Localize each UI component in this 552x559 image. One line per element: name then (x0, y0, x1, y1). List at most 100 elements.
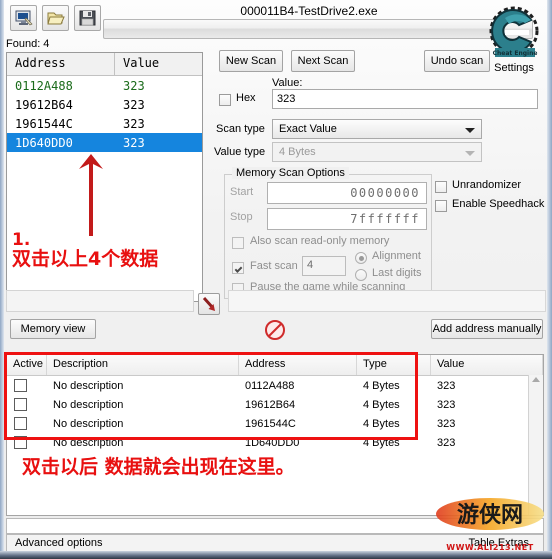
table-extras-link[interactable]: Table Extras (468, 537, 529, 549)
cheat-entry-description: No description (53, 398, 124, 411)
cheat-table[interactable]: Active Description Address Type Value No… (6, 354, 544, 516)
new-scan-button[interactable]: New Scan (219, 50, 283, 72)
table-row[interactable]: No description 1961544C 4 Bytes 323 (7, 414, 543, 433)
scroll-up-icon[interactable] (532, 377, 540, 382)
cheat-entry-type: 4 Bytes (363, 436, 400, 449)
hex-checkbox[interactable] (219, 94, 231, 106)
annotation-up-arrow-icon (78, 152, 104, 238)
last-digits-label: Last digits (372, 267, 422, 279)
cheat-table-header: Active Description Address Type Value (7, 355, 543, 376)
scan-results-header: Address Value (7, 53, 202, 76)
active-checkbox[interactable] (14, 436, 27, 449)
open-process-button[interactable] (10, 5, 37, 31)
unrandomizer-checkbox[interactable] (435, 181, 447, 193)
next-scan-button[interactable]: Next Scan (291, 50, 355, 72)
active-checkbox[interactable] (14, 379, 27, 392)
memory-view-button[interactable]: Memory view (10, 319, 96, 339)
scan-status-field (6, 290, 194, 312)
cheat-entry-active-cell[interactable] (7, 398, 47, 411)
last-digits-radio[interactable] (355, 269, 367, 281)
active-checkbox[interactable] (14, 398, 27, 411)
no-entry-icon[interactable] (264, 319, 286, 341)
cheat-entry-address: 19612B64 (245, 398, 296, 411)
scan-result-value: 323 (123, 78, 145, 93)
value-type-value: 4 Bytes (279, 146, 316, 158)
scan-results-col-value: Value (123, 56, 160, 70)
cheat-entry-description: No description (53, 379, 124, 392)
red-arrow-icon (202, 296, 215, 311)
cheat-entry-active-cell[interactable] (7, 379, 47, 392)
found-count-label: Found: 4 (6, 38, 50, 50)
fast-scan-label: Fast scan (250, 260, 298, 272)
start-address-input[interactable]: 00000000 (267, 182, 427, 204)
scan-result-row[interactable]: 19612B64 323 (7, 95, 202, 114)
scan-info-field (228, 290, 546, 312)
toolbar: 000011B4-TestDrive2.exe (4, 2, 547, 39)
window-bottom-border (0, 551, 552, 559)
scan-results-col-address: Address (7, 53, 115, 75)
save-icon (75, 8, 100, 28)
cheat-entry-address: 0112A488 (245, 379, 295, 392)
cheat-entry-value: 323 (437, 417, 456, 430)
cheat-entry-value: 323 (437, 436, 456, 449)
annotation-step-one: 1. 双击以上4个数据 (12, 231, 159, 270)
readonly-memory-checkbox[interactable] (232, 237, 244, 249)
value-label: Value: (272, 77, 303, 89)
stop-address-label: Stop (230, 211, 253, 223)
cheat-entry-value: 323 (437, 379, 456, 392)
window-right-border (547, 0, 552, 559)
table-row[interactable]: No description 19612B64 4 Bytes 323 (7, 395, 543, 414)
table-row[interactable]: No description 1D640DD0 4 Bytes 323 (7, 433, 543, 452)
scan-result-row-selected[interactable]: 1D640DD0 323 (7, 133, 202, 152)
annotation-note-top: 双击以上4个数据 (12, 247, 159, 270)
fast-scan-alignment-input[interactable]: 4 (302, 256, 346, 276)
save-button[interactable] (74, 5, 101, 31)
cheat-entry-type: 4 Bytes (363, 417, 400, 430)
fast-scan-checkbox[interactable] (232, 262, 244, 274)
scan-result-row[interactable]: 1961544C 323 (7, 114, 202, 133)
chevron-down-icon (465, 151, 475, 156)
bottom-input-field[interactable] (6, 518, 544, 534)
scan-result-value: 323 (123, 97, 145, 112)
cheat-entry-description: No description (53, 436, 124, 449)
readonly-memory-label: Also scan read-only memory (250, 235, 390, 247)
stop-address-input[interactable]: 7fffffff (267, 208, 427, 230)
advanced-options-link[interactable]: Advanced options (15, 537, 102, 549)
scan-result-row[interactable]: 0112A488 323 (7, 76, 202, 95)
open-process-icon (11, 8, 36, 28)
scan-value-input[interactable] (272, 89, 538, 109)
scan-result-address: 1961544C (15, 116, 73, 131)
speedhack-checkbox[interactable] (435, 200, 447, 212)
scan-type-dropdown[interactable]: Exact Value (272, 119, 482, 139)
cheat-table-col-description: Description (47, 355, 239, 375)
open-file-button[interactable] (42, 5, 69, 31)
cheat-entry-active-cell[interactable] (7, 436, 47, 449)
table-row[interactable]: No description 0112A488 4 Bytes 323 (7, 376, 543, 395)
cheat-entry-type: 4 Bytes (363, 398, 400, 411)
cheat-entry-description: No description (53, 417, 124, 430)
scan-result-value: 323 (123, 116, 145, 131)
scan-result-address: 1D640DD0 (15, 135, 73, 150)
cheat-entry-address: 1D640DD0 (245, 436, 300, 449)
add-address-manually-button[interactable]: Add address manually (431, 319, 543, 339)
value-type-dropdown[interactable]: 4 Bytes (272, 142, 482, 162)
cheat-table-scrollbar[interactable] (528, 375, 543, 515)
add-to-table-arrow-button[interactable] (198, 293, 220, 315)
active-checkbox[interactable] (14, 417, 27, 430)
cheat-table-col-active: Active (7, 355, 47, 375)
status-bar: Advanced options Table Extras (6, 534, 544, 552)
window-title: 000011B4-TestDrive2.exe (240, 4, 378, 18)
cheat-entry-value: 323 (437, 398, 456, 411)
hex-label: Hex (236, 92, 256, 104)
chevron-down-icon (465, 128, 475, 133)
value-type-label: Value type (214, 146, 266, 158)
cheat-entry-active-cell[interactable] (7, 417, 47, 430)
annotation-note-bottom: 双击以后 数据就会出现在这里。 (22, 456, 295, 478)
cheat-table-col-type: Type (357, 355, 431, 375)
cheat-entry-type: 4 Bytes (363, 379, 400, 392)
scan-result-value: 323 (123, 135, 145, 150)
cheat-table-col-address: Address (239, 355, 357, 375)
start-address-label: Start (230, 186, 254, 198)
alignment-radio[interactable] (355, 252, 367, 264)
undo-scan-button[interactable]: Undo scan (424, 50, 490, 72)
